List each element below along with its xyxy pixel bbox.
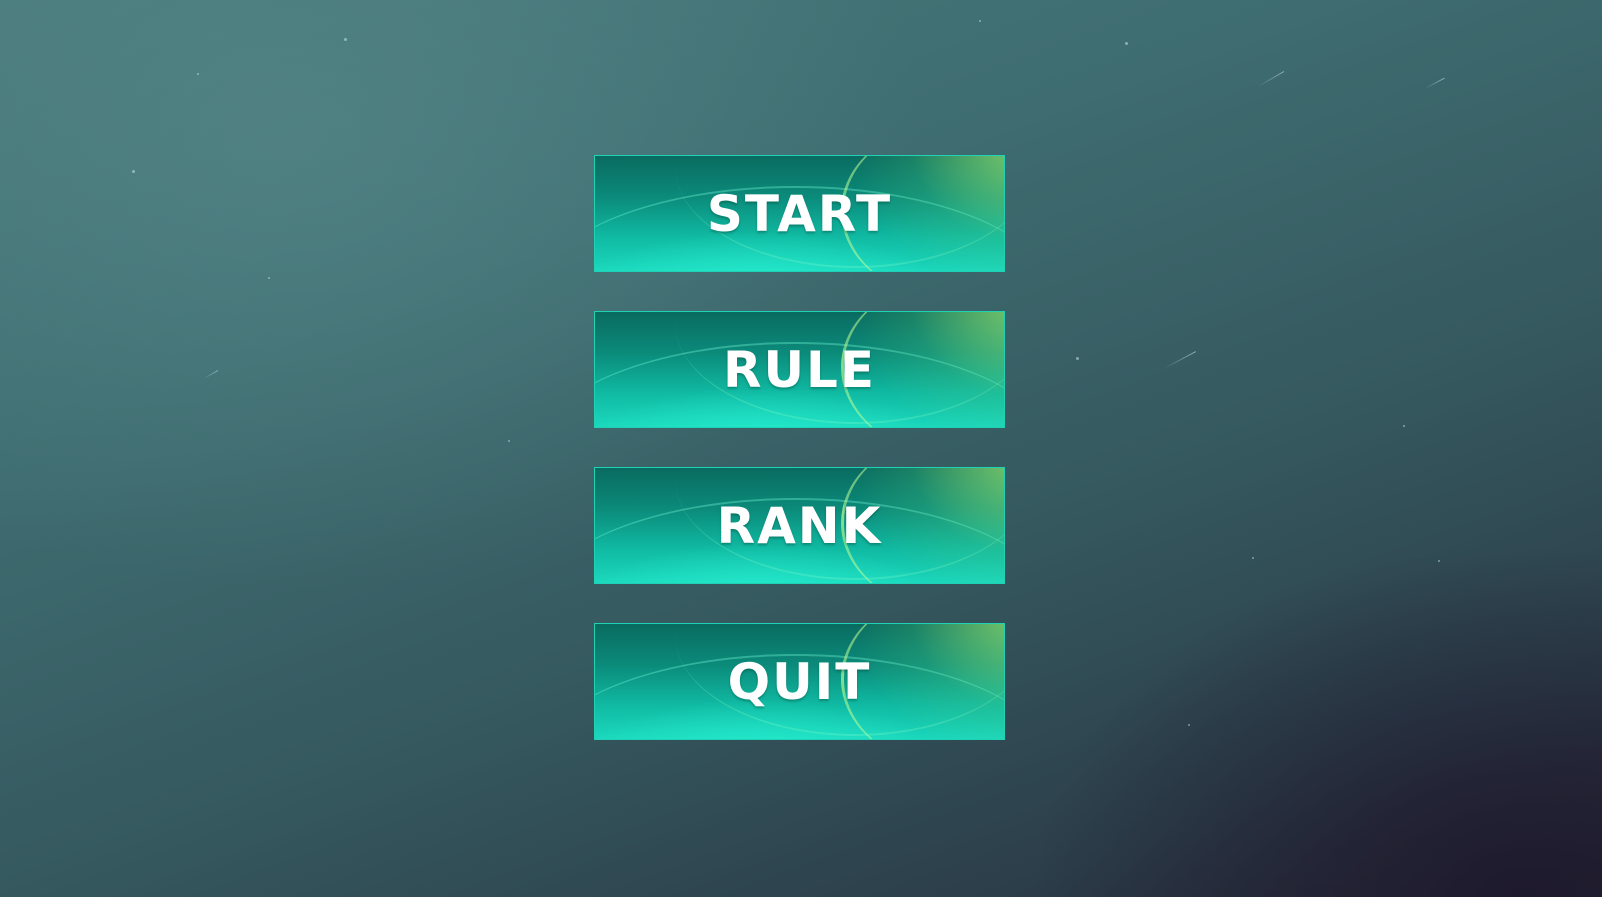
rule-button-label: RULE bbox=[722, 340, 877, 399]
star-speck bbox=[132, 170, 135, 173]
star-speck bbox=[1188, 724, 1190, 726]
start-button-label: START bbox=[706, 184, 893, 243]
star-speck bbox=[1125, 42, 1128, 45]
star-speck bbox=[344, 38, 347, 41]
shooting-star bbox=[1257, 71, 1285, 87]
star-speck bbox=[197, 73, 199, 75]
star-speck bbox=[508, 440, 510, 442]
star-speck bbox=[1252, 557, 1254, 559]
rule-button[interactable]: RULE bbox=[594, 311, 1005, 428]
shooting-star bbox=[1163, 351, 1197, 369]
shooting-star bbox=[203, 370, 219, 379]
quit-button[interactable]: QUIT bbox=[594, 623, 1005, 740]
shooting-star bbox=[1424, 77, 1445, 89]
star-speck bbox=[1438, 560, 1440, 562]
rank-button-label: RANK bbox=[716, 496, 883, 555]
star-speck bbox=[1403, 425, 1405, 427]
star-speck bbox=[1076, 357, 1079, 360]
start-button[interactable]: START bbox=[594, 155, 1005, 272]
star-speck bbox=[268, 277, 270, 279]
rank-button[interactable]: RANK bbox=[594, 467, 1005, 584]
main-menu: START RULE RANK QUIT bbox=[594, 155, 1007, 779]
star-speck bbox=[979, 20, 981, 22]
quit-button-label: QUIT bbox=[727, 652, 872, 711]
